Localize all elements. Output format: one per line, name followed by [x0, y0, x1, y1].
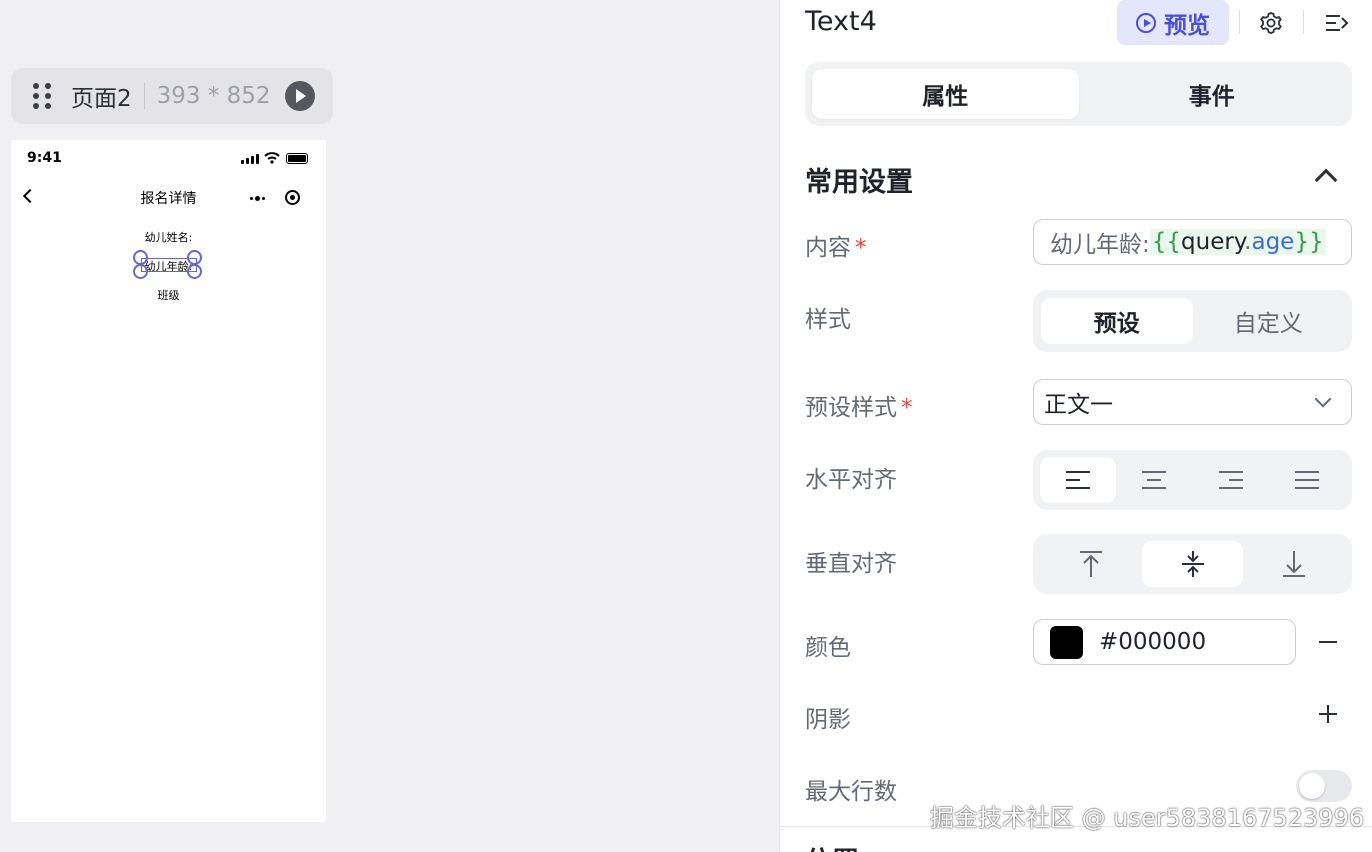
preview-button[interactable]: 预览: [1117, 0, 1229, 45]
color-input[interactable]: #000000: [1033, 619, 1296, 665]
close-miniprogram-icon[interactable]: [285, 190, 300, 205]
toolbar-divider: [143, 83, 145, 109]
battery-icon: [286, 153, 308, 164]
align-justify-icon[interactable]: [1269, 457, 1345, 503]
max-lines-label: 最大行数: [805, 779, 897, 805]
resize-handle-bottom-right[interactable]: [187, 264, 202, 279]
content-input[interactable]: 幼儿年龄: {{query.age}}: [1033, 219, 1352, 265]
style-option-preset[interactable]: 预设: [1041, 298, 1193, 344]
resize-handle-top-left[interactable]: [133, 250, 148, 265]
gear-icon[interactable]: [1258, 10, 1284, 36]
status-bar: 9:41: [11, 150, 326, 170]
color-swatch[interactable]: [1050, 625, 1083, 659]
align-bottom-icon[interactable]: [1243, 541, 1345, 587]
header-divider: [1239, 10, 1240, 34]
resize-handle-bottom-left[interactable]: [133, 264, 148, 279]
preset-style-label: 预设样式 *: [805, 395, 913, 421]
page-name[interactable]: 页面2: [71, 79, 132, 113]
h-align-segmented: [1033, 450, 1352, 510]
preset-style-value: 正文一: [1044, 392, 1113, 418]
add-shadow-icon[interactable]: [1319, 705, 1337, 723]
phone-preview: 9:41 报名详情 幼儿姓名: 幼儿年龄: 班级: [11, 140, 326, 822]
style-label: 样式: [805, 307, 851, 333]
more-icon[interactable]: [250, 196, 265, 201]
chevron-down-icon: [1314, 390, 1332, 408]
page-size: 393 * 852: [156, 83, 271, 109]
collapse-panel-icon[interactable]: [1324, 12, 1350, 34]
nav-title: 报名详情: [140, 191, 197, 207]
shadow-label: 阴影: [805, 707, 851, 733]
v-align-label: 垂直对齐: [805, 551, 897, 577]
remove-color-icon[interactable]: [1319, 641, 1337, 643]
run-page-button[interactable]: [284, 81, 315, 111]
panel-tabs: 属性 事件: [805, 62, 1352, 126]
tab-events[interactable]: 事件: [1079, 69, 1346, 119]
text-child-name[interactable]: 幼儿姓名:: [11, 229, 326, 245]
align-center-icon[interactable]: [1116, 457, 1192, 503]
section-title-common[interactable]: 常用设置: [805, 160, 913, 199]
h-align-label: 水平对齐: [805, 467, 897, 493]
content-static-text: 幼儿年龄:: [1050, 232, 1150, 258]
color-value: #000000: [1099, 629, 1207, 655]
page-toolbar: 页面2 393 * 852: [11, 68, 333, 124]
align-right-icon[interactable]: [1193, 457, 1269, 503]
status-time: 9:41: [27, 150, 62, 166]
style-option-custom[interactable]: 自定义: [1193, 298, 1345, 344]
tab-properties[interactable]: 属性: [812, 69, 1079, 119]
drag-handle-icon[interactable]: [33, 83, 51, 109]
chevron-up-icon[interactable]: [1314, 168, 1338, 192]
color-label: 颜色: [805, 635, 851, 661]
text-class[interactable]: 班级: [11, 287, 326, 303]
preset-style-select[interactable]: 正文一: [1033, 379, 1352, 425]
phone-nav-bar: 报名详情: [11, 186, 326, 210]
content-label: 内容 *: [805, 235, 867, 261]
component-name: Text4: [805, 6, 877, 37]
properties-panel: Text4 预览 属性 事件 常用设置 内容 * 幼儿年龄: {{query.ag…: [779, 0, 1372, 852]
wifi-icon: [264, 152, 280, 164]
header-divider: [1303, 10, 1304, 34]
resize-handle-top-right[interactable]: [187, 250, 202, 265]
preview-label: 预览: [1164, 12, 1210, 39]
watermark: 掘金技术社区 @ user5838167523996: [930, 804, 1365, 832]
align-left-icon[interactable]: [1040, 457, 1117, 503]
section-title-position[interactable]: 位置: [805, 840, 859, 852]
style-segmented: 预设 自定义: [1033, 290, 1352, 352]
v-align-segmented: [1033, 534, 1352, 594]
align-middle-icon[interactable]: [1141, 541, 1244, 587]
play-circle-icon: [1136, 12, 1156, 33]
signal-icon: [241, 154, 259, 164]
align-top-icon[interactable]: [1040, 541, 1142, 587]
content-expression: {{query.age}}: [1149, 229, 1326, 255]
